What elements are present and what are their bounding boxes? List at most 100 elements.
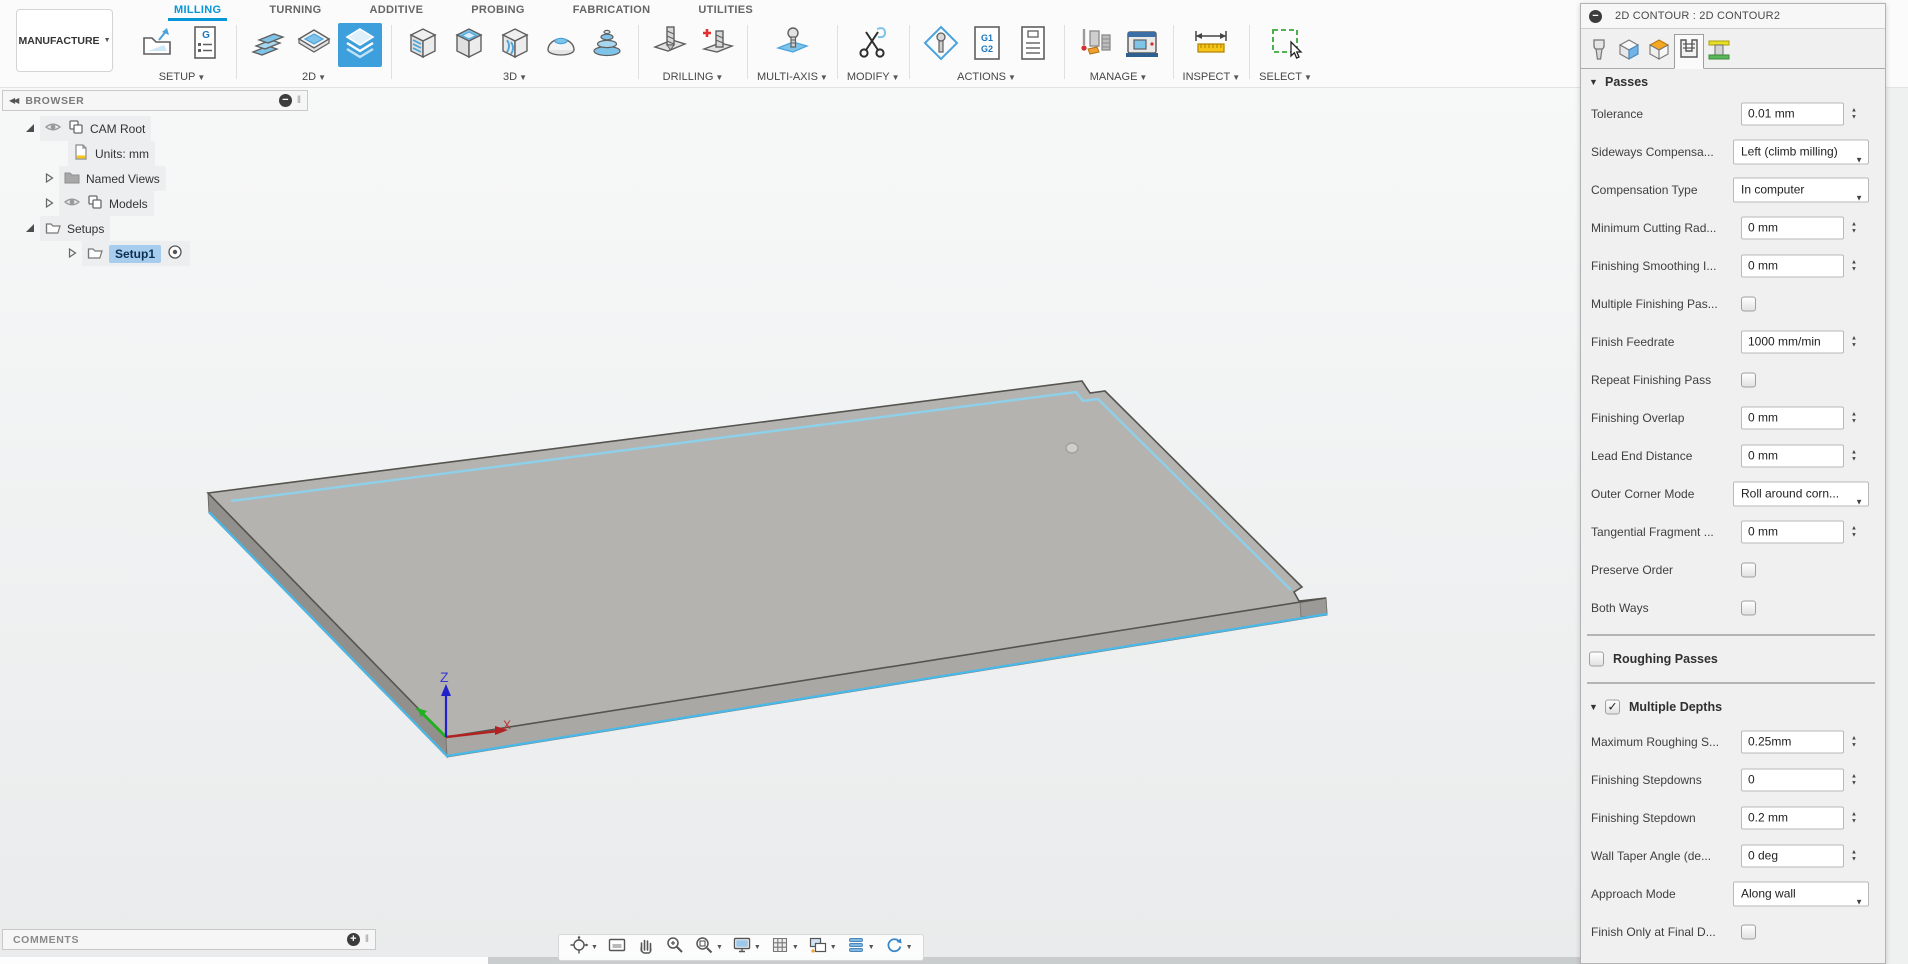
add-comment-icon[interactable]: + <box>346 933 360 946</box>
spinner-arrows[interactable]: ▲ ▼ <box>1851 526 1857 539</box>
spinner-up-icon[interactable]: ▲ <box>1851 774 1857 780</box>
chevron-down-icon[interactable]: ▼ <box>830 944 837 951</box>
3d-pocket-button[interactable] <box>447 23 491 67</box>
2d-pocket-button[interactable] <box>292 23 336 67</box>
spinner-up-icon[interactable]: ▲ <box>1851 526 1857 532</box>
3d-adaptive-button[interactable] <box>401 23 445 67</box>
ribbon-group-label[interactable]: ACTIONS ▼ <box>957 71 1016 83</box>
expanded-triangle-icon[interactable] <box>24 122 36 136</box>
param-input[interactable]: 0 deg <box>1741 844 1844 868</box>
section-checkbox[interactable]: ✓ <box>1605 699 1620 715</box>
spinner-down-icon[interactable]: ▼ <box>1851 115 1857 121</box>
param-dropdown[interactable]: Left (climb milling) ▼ <box>1733 139 1869 165</box>
param-input[interactable]: 1000 mm/min <box>1741 330 1844 354</box>
spinner-arrows[interactable]: ▲ ▼ <box>1851 412 1857 425</box>
comments-panel[interactable]: COMMENTS + ‖ <box>2 929 376 950</box>
ribbon-group-label[interactable]: INSPECT ▼ <box>1183 71 1241 83</box>
nc-program-button[interactable]: G <box>183 23 227 67</box>
workspace-tab-additive[interactable]: ADDITIVE <box>364 0 430 22</box>
ribbon-group-label[interactable]: 3D ▼ <box>503 71 527 83</box>
section-checkbox[interactable] <box>1589 651 1604 667</box>
spinner-arrows[interactable]: ▲ ▼ <box>1851 222 1857 235</box>
spinner-down-icon[interactable]: ▼ <box>1851 229 1857 235</box>
dialog-tab-heights[interactable] <box>1644 35 1674 68</box>
spinner-down-icon[interactable]: ▼ <box>1851 819 1857 825</box>
spinner-up-icon[interactable]: ▲ <box>1851 336 1857 342</box>
post-process-button[interactable] <box>919 23 963 67</box>
browser-item-label[interactable]: CAM Root <box>90 122 145 136</box>
spinner-arrows[interactable]: ▲ ▼ <box>1851 108 1857 121</box>
workspace-tab-fabrication[interactable]: FABRICATION <box>567 0 657 22</box>
steps-button[interactable]: ▼ <box>843 935 878 960</box>
spinner-up-icon[interactable]: ▲ <box>1851 222 1857 228</box>
new-setup-button[interactable] <box>137 23 181 67</box>
dialog-tab-linking[interactable] <box>1704 35 1734 68</box>
param-input[interactable]: 0 mm <box>1741 444 1844 468</box>
eye-icon[interactable] <box>63 193 81 214</box>
spinner-down-icon[interactable]: ▼ <box>1851 267 1857 273</box>
dialog-tab-tool[interactable] <box>1584 35 1614 68</box>
pan-button[interactable] <box>633 935 659 960</box>
ribbon-group-label[interactable]: SETUP ▼ <box>159 71 206 83</box>
zoom-window-button[interactable]: ▼ <box>691 935 726 960</box>
ribbon-group-label[interactable]: MANAGE ▼ <box>1090 71 1148 83</box>
browser-item-label[interactable]: Setup1 <box>109 244 162 263</box>
browser-item-label[interactable]: Models <box>109 197 148 211</box>
tool-library-button[interactable] <box>1074 23 1118 67</box>
workspace-tab-utilities[interactable]: UTILITIES <box>692 0 759 22</box>
display-settings-button[interactable]: ▼ <box>729 935 764 960</box>
multi-axis-button[interactable] <box>770 23 814 67</box>
spinner-up-icon[interactable]: ▲ <box>1851 450 1857 456</box>
spinner-arrows[interactable]: ▲ ▼ <box>1851 850 1857 863</box>
spinner-down-icon[interactable]: ▼ <box>1851 343 1857 349</box>
part-hole[interactable] <box>1065 442 1079 454</box>
browser-item-label[interactable]: Setups <box>67 222 104 236</box>
param-checkbox[interactable] <box>1741 562 1756 578</box>
zoom-button[interactable] <box>662 935 688 960</box>
target-icon[interactable] <box>166 243 184 264</box>
spinner-down-icon[interactable]: ▼ <box>1851 533 1857 539</box>
collapse-panel-icon[interactable]: ◀◀ <box>9 96 19 105</box>
chevron-down-icon[interactable]: ▼ <box>591 944 598 951</box>
3d-swarf-button[interactable] <box>493 23 537 67</box>
browser-item-models[interactable]: Models <box>2 191 308 216</box>
browser-item-units-mm[interactable]: Units: mm <box>2 141 308 166</box>
nc-code-button[interactable]: G1 G2 <box>965 23 1009 67</box>
viewports-button[interactable]: ▼ <box>805 935 840 960</box>
param-checkbox[interactable] <box>1741 924 1756 940</box>
spinner-up-icon[interactable]: ▲ <box>1851 812 1857 818</box>
param-input[interactable]: 0.25mm <box>1741 730 1844 754</box>
spinner-up-icon[interactable]: ▲ <box>1851 736 1857 742</box>
expanded-triangle-icon[interactable] <box>24 222 36 236</box>
param-input[interactable]: 0 mm <box>1741 254 1844 278</box>
param-checkbox[interactable] <box>1741 372 1756 388</box>
browser-header[interactable]: ◀◀ BROWSER − ‖ <box>2 90 308 111</box>
param-input[interactable]: 0.01 mm <box>1741 102 1844 126</box>
spinner-down-icon[interactable]: ▼ <box>1851 419 1857 425</box>
chevron-down-icon[interactable]: ▼ <box>792 944 799 951</box>
measure-button[interactable] <box>1189 23 1233 67</box>
minimize-icon[interactable]: − <box>278 94 292 107</box>
2d-adaptive-button[interactable] <box>246 23 290 67</box>
browser-item-label[interactable]: Named Views <box>86 172 160 186</box>
spinner-down-icon[interactable]: ▼ <box>1851 857 1857 863</box>
param-dropdown[interactable]: Along wall ▼ <box>1733 881 1869 907</box>
window-select-button[interactable] <box>1264 23 1308 67</box>
3d-scallop-button[interactable] <box>539 23 583 67</box>
collapsed-triangle-icon[interactable] <box>43 197 55 211</box>
spinner-up-icon[interactable]: ▲ <box>1851 108 1857 114</box>
param-checkbox[interactable] <box>1741 296 1756 312</box>
ribbon-group-label[interactable]: MODIFY ▼ <box>847 71 900 83</box>
section-header-passes[interactable]: ▼ Passes <box>1581 69 1885 95</box>
param-checkbox[interactable] <box>1741 600 1756 616</box>
spinner-up-icon[interactable]: ▲ <box>1851 412 1857 418</box>
chevron-down-icon[interactable]: ▼ <box>716 944 723 951</box>
3d-ramp-button[interactable] <box>585 23 629 67</box>
spinner-arrows[interactable]: ▲ ▼ <box>1851 736 1857 749</box>
browser-item-cam-root[interactable]: CAM Root <box>2 116 308 141</box>
workspace-tab-milling[interactable]: MILLING <box>168 0 228 22</box>
setup-sheet-button[interactable] <box>1011 23 1055 67</box>
spinner-arrows[interactable]: ▲ ▼ <box>1851 450 1857 463</box>
param-input[interactable]: 0 mm <box>1741 406 1844 430</box>
param-input[interactable]: 0 mm <box>1741 520 1844 544</box>
